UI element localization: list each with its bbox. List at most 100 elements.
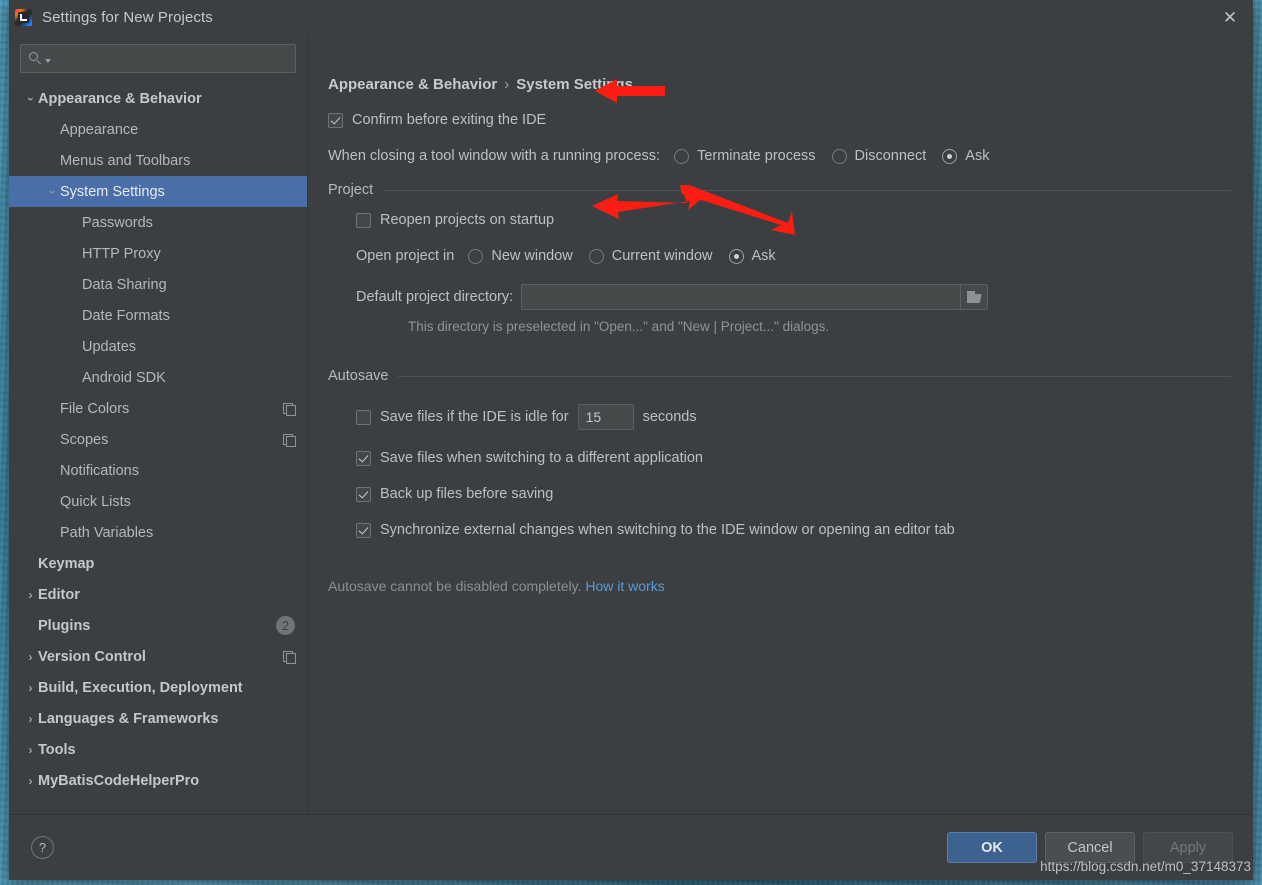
reopen-projects-checkbox[interactable] [356,212,371,228]
sidebar-item-label: MyBatisCodeHelperPro [38,772,200,789]
sidebar-item-date-formats[interactable]: Date Formats [9,300,307,331]
radio-ask-open-project-label: Ask [751,248,776,264]
chevron-down-icon[interactable]: › [23,93,38,105]
copy-icon[interactable] [283,650,296,664]
copy-icon[interactable] [283,433,296,447]
search-box[interactable] [20,44,296,73]
idle-autosave-seconds-input[interactable]: 15 [577,404,634,430]
sidebar-item-http-proxy[interactable]: HTTP Proxy [9,238,307,269]
radio-new-window-label: New window [491,248,573,264]
radio-current-window-label: Current window [611,248,713,264]
autosave-sync-row[interactable]: Synchronize external changes when switch… [356,522,1231,538]
plugins-update-badge: 2 [276,616,295,635]
radio-current-window[interactable] [588,248,604,264]
sidebar-item-label: Editor [38,586,80,603]
how-it-works-link[interactable]: How it works [585,578,664,594]
title-bar: Settings for New Projects ✕ [9,0,1253,34]
sidebar-item-editor[interactable]: › Editor [9,579,307,610]
sidebar-item-updates[interactable]: Updates [9,331,307,362]
sidebar-item-data-sharing[interactable]: Data Sharing [9,269,307,300]
autosave-backup-label: Back up files before saving [380,486,554,502]
sidebar-item-path-variables[interactable]: Path Variables [9,517,307,548]
radio-new-window[interactable] [468,248,484,264]
radio-ask-tool-window-label: Ask [965,148,990,164]
radio-ask-tool-window[interactable] [942,148,958,164]
sidebar-item-appearance[interactable]: Appearance [9,114,307,145]
sidebar-item-label: Tools [38,741,76,758]
project-group-title: Project [328,182,374,198]
reopen-projects-row[interactable]: Reopen projects on startup [356,212,1231,228]
sidebar-item-system-settings[interactable]: › System Settings [9,176,307,207]
autosave-footnote: Autosave cannot be disabled completely. … [328,578,1231,594]
default-project-directory-input[interactable] [521,284,962,310]
search-container [9,34,307,81]
chevron-right-icon[interactable]: › [23,713,38,725]
confirm-exit-label: Confirm before exiting the IDE [352,112,547,128]
autosave-switch-app-row[interactable]: Save files when switching to a different… [356,450,1231,466]
sidebar-item-appearance-behavior[interactable]: › Appearance & Behavior [9,83,307,114]
settings-tree[interactable]: › Appearance & Behavior Appearance Menus an… [9,81,307,814]
browse-directory-button[interactable] [960,284,989,310]
confirm-exit-checkbox[interactable] [328,112,343,128]
radio-terminate-process[interactable] [674,148,690,164]
breadcrumb: Appearance & Behavior › System Settings [328,76,633,93]
chevron-right-icon[interactable]: › [23,589,38,601]
sidebar-item-notifications[interactable]: Notifications [9,455,307,486]
project-group-header: Project [328,182,1231,198]
search-input[interactable] [51,50,289,67]
tool-window-process-row: When closing a tool window with a runnin… [328,148,1231,164]
sidebar-item-label: Updates [82,338,137,355]
radio-terminate-process-label: Terminate process [697,148,816,164]
breadcrumb-root[interactable]: Appearance & Behavior [328,76,497,93]
copy-icon[interactable] [283,402,296,416]
sidebar-item-build-execution-deployment[interactable]: › Build, Execution, Deployment [9,672,307,703]
sidebar-item-quick-lists[interactable]: Quick Lists [9,486,307,517]
sidebar-item-label: Plugins [38,617,91,634]
sidebar-item-keymap[interactable]: Keymap [9,548,307,579]
sidebar-item-version-control[interactable]: › Version Control [9,641,307,672]
sidebar-item-label: Data Sharing [82,276,167,293]
project-group-divider [383,189,1231,191]
default-project-directory-row: Default project directory: [356,284,1231,310]
autosave-backup-checkbox[interactable] [356,486,371,502]
sidebar-item-scopes[interactable]: Scopes [9,424,307,455]
autosave-sync-label: Synchronize external changes when switch… [380,522,955,538]
sidebar-item-label: Languages & Frameworks [38,710,219,727]
chevron-right-icon[interactable]: › [23,744,38,756]
open-project-in-label: Open project in [356,248,455,264]
autosave-backup-row[interactable]: Back up files before saving [356,486,1231,502]
sidebar-item-mybatiscodehelperpro[interactable]: › MyBatisCodeHelperPro [9,765,307,796]
ok-button[interactable]: OK [947,832,1037,863]
sidebar-item-label: Quick Lists [60,493,131,510]
sidebar-item-file-colors[interactable]: File Colors [9,393,307,424]
radio-disconnect-label: Disconnect [854,148,927,164]
sidebar-item-tools[interactable]: › Tools [9,734,307,765]
sidebar-item-android-sdk[interactable]: Android SDK [9,362,307,393]
sidebar-item-label: Appearance & Behavior [38,90,202,107]
close-icon[interactable]: ✕ [1207,0,1253,34]
confirm-exit-row[interactable]: Confirm before exiting the IDE [328,112,1231,128]
sidebar-item-label: Android SDK [82,369,166,386]
sidebar-item-passwords[interactable]: Passwords [9,207,307,238]
radio-ask-open-project[interactable] [728,248,744,264]
sidebar-item-label: Menus and Toolbars [60,152,191,169]
sidebar-item-menus-and-toolbars[interactable]: Menus and Toolbars [9,145,307,176]
help-button[interactable]: ? [31,836,54,859]
chevron-down-icon[interactable]: › [45,186,60,198]
chevron-right-icon[interactable]: › [23,651,38,663]
sidebar-item-languages-frameworks[interactable]: › Languages & Frameworks [9,703,307,734]
autosave-switch-app-checkbox[interactable] [356,450,371,466]
chevron-right-icon[interactable]: › [23,682,38,694]
reopen-projects-label: Reopen projects on startup [380,212,555,228]
radio-disconnect[interactable] [831,148,847,164]
chevron-right-icon[interactable]: › [23,775,38,787]
autosave-sync-checkbox[interactable] [356,522,371,538]
sidebar-item-plugins[interactable]: Plugins 2 [9,610,307,641]
idle-autosave-label-before: Save files if the IDE is idle for [380,409,569,425]
idle-autosave-checkbox[interactable] [356,409,371,425]
autosave-group-divider [398,375,1231,377]
sidebar-item-label: Notifications [60,462,139,479]
breadcrumb-separator: › [504,76,510,93]
sidebar-item-label: Appearance [60,121,139,138]
search-icon [29,51,44,66]
